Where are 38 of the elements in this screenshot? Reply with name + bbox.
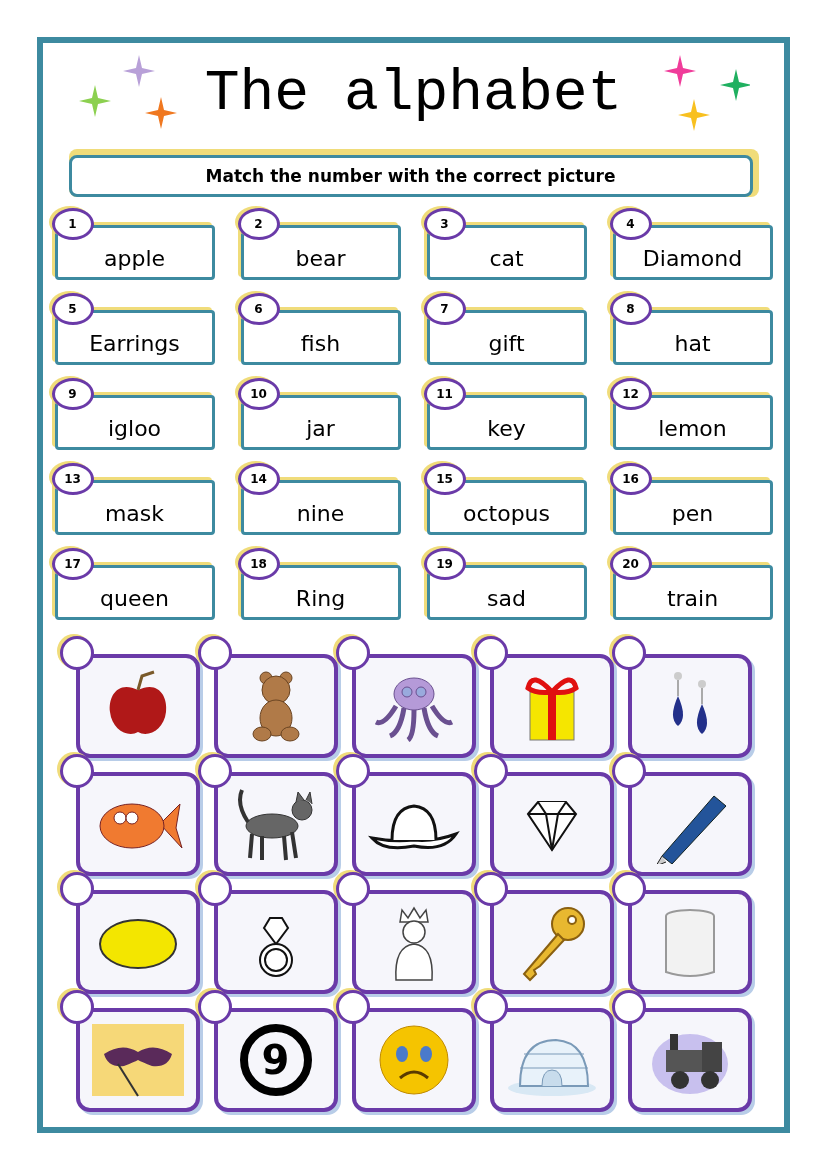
number-badge: 4 [609,208,652,240]
number-badge: 8 [609,293,652,325]
worksheet-title: The alphabet [204,60,623,126]
number-badge: 5 [51,293,94,325]
sparkle-icon [720,69,751,101]
sparkle-icon [678,99,711,131]
number-badge: 9 [51,378,94,410]
number-badge: 19 [423,548,466,580]
number-badge: 14 [237,463,280,495]
sad-face-icon [379,1025,448,1095]
number-badge: 11 [423,378,466,410]
number-badge: 7 [423,293,466,325]
number-badge: 12 [609,378,652,410]
diamond-drawing [526,801,577,852]
number-badge: 15 [423,463,466,495]
number-badge: 17 [51,548,94,580]
number-badge: 3 [423,208,466,240]
sparkle-icon [78,85,111,117]
number-badge: 13 [51,463,94,495]
teddy-bear-drawing [252,671,299,742]
sparkle-icon [664,55,697,87]
pen-drawing [655,795,726,864]
number-badge: 18 [237,548,280,580]
number-badge: 1 [51,208,94,240]
sparkle-icon [122,55,155,87]
circled-number: 9 [239,1024,312,1096]
apple-drawing [109,670,166,734]
earrings-drawing [672,672,707,734]
number-badge: 16 [609,463,652,495]
jar-drawing [664,909,715,977]
instruction-banner: Match the number with the correct picture [68,149,759,197]
number-badge: 6 [237,293,280,325]
sparkle-icon [144,97,177,129]
diamond-ring-drawing [258,917,293,977]
number-badge: 20 [609,548,652,580]
number-badge: 2 [237,208,280,240]
gift-box-drawing [525,677,578,741]
number-badge: 10 [237,378,280,410]
